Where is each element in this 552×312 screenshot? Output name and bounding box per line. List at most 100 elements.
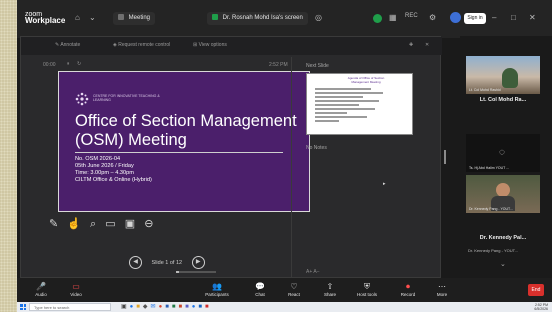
- mouse-cursor: ▸: [383, 181, 386, 187]
- close-share-icon[interactable]: ✕: [425, 42, 429, 48]
- taskbar-apps[interactable]: ▣●■◆✉●■■■■●■■: [121, 303, 212, 311]
- presenter-timer-bar: 00:00 ⏸ ↻ 2:52 PM: [21, 57, 442, 71]
- participant-subname-3: Dr. Kennedy Pang - YOUT...: [468, 248, 518, 253]
- share-icon: ⇧: [326, 282, 334, 291]
- shared-screen[interactable]: ✎ Annotate ◈ Request remote control ⊞ Vi…: [20, 36, 442, 279]
- screen-share-icon: [212, 14, 218, 20]
- taskbar-search-input[interactable]: Type here to search: [29, 303, 111, 311]
- settings-icon[interactable]: ⚙: [429, 13, 436, 22]
- video-button[interactable]: ▭ Video: [61, 281, 91, 297]
- rec-label[interactable]: REC: [405, 13, 418, 19]
- view-options-button[interactable]: ⊞ View options: [193, 42, 227, 48]
- next-slide-label: Next Slide: [306, 63, 329, 69]
- slide-title: Office of Section Management (OSM) Meeti…: [75, 112, 297, 149]
- pane-divider: [291, 57, 292, 279]
- share-toolbar: ✎ Annotate ◈ Request remote control ⊞ Vi…: [21, 37, 442, 55]
- folder-icon: ■: [136, 304, 143, 310]
- notes-zoom-icon[interactable]: A+ A−: [306, 269, 320, 275]
- zoom-logo: zoom Workplace: [25, 11, 66, 25]
- more-button[interactable]: ⋯ More: [427, 281, 457, 297]
- participant-figure: [502, 68, 518, 88]
- remote-control-button[interactable]: ◈ Request remote control: [113, 42, 170, 48]
- record-button[interactable]: ⏺ Record: [393, 281, 423, 297]
- thumbnail-content: [315, 88, 395, 124]
- host-tools-button[interactable]: ⛨ Host tools: [349, 281, 385, 297]
- chevron-down-icon[interactable]: ⌄: [89, 13, 96, 22]
- cil-logo-icon: [75, 92, 89, 106]
- mic-icon: 🎤: [36, 282, 46, 291]
- top-bar: zoom Workplace ⌂ ⌄ Meeting Dr. Rosnah Mo…: [17, 0, 552, 38]
- subtitles-icon[interactable]: ▣: [125, 218, 135, 230]
- react-icon: ♡: [290, 282, 298, 291]
- notes-label: No Notes: [306, 145, 327, 151]
- participant-panel: Lt. Col Mohd Rashid Lt. Col Mohd Ra... ◌…: [460, 36, 552, 276]
- home-icon[interactable]: ⌂: [75, 13, 80, 22]
- teams-icon: ■: [185, 304, 192, 310]
- pause-icon[interactable]: ⏸: [67, 61, 70, 67]
- slide-navigation: ◀ Slide 1 of 12 ▶: [129, 256, 205, 269]
- chat-button[interactable]: 💬 Chat: [245, 281, 275, 297]
- outlook-icon: ■: [198, 304, 205, 310]
- current-slide: CENTRE FOR INNOVATIVE TEACHING & LEARNIN…: [58, 71, 310, 212]
- reset-icon[interactable]: ↻: [77, 61, 81, 67]
- pointer-icon[interactable]: ☝: [67, 218, 81, 230]
- scroll-down-icon[interactable]: ⌄: [500, 260, 506, 268]
- meeting-controls: 🎤 Audio ▭ Video 👥 Participants 💬 Chat ♡ …: [17, 278, 552, 302]
- elapsed-timer: 00:00: [43, 62, 56, 68]
- avatar[interactable]: [450, 12, 461, 23]
- participants-icon: 👥: [212, 282, 222, 291]
- acrobat-icon: ■: [204, 304, 212, 310]
- next-slide-thumbnail[interactable]: Agenda of Office of Section Management M…: [306, 73, 413, 135]
- slide-tools: ✎ ☝ ⌕ ▭ ▣ ⊖: [49, 217, 159, 231]
- participant-video-3[interactable]: Dr. Kennedy Pang - YOUT...: [466, 175, 540, 213]
- participant-face: [496, 183, 510, 197]
- minimize-icon[interactable]: –: [492, 13, 496, 22]
- zoom-icon[interactable]: ⌕: [90, 218, 96, 230]
- screen-icon[interactable]: ▭: [105, 218, 115, 230]
- loading-icon: ◌: [499, 147, 505, 158]
- close-icon[interactable]: ✕: [529, 13, 536, 22]
- meeting-icon: [118, 14, 124, 20]
- windows-taskbar: Type here to search ▣●■◆✉●■■■■●■■ 2:52 P…: [17, 302, 552, 312]
- tab-meeting[interactable]: Meeting: [113, 12, 156, 25]
- participants-button[interactable]: 👥 Participants: [199, 281, 235, 297]
- thumbnail-title: Agenda of Office of Section Management M…: [347, 76, 385, 84]
- next-slide-button[interactable]: ▶: [191, 256, 205, 269]
- security-shield-icon[interactable]: [373, 14, 382, 23]
- chat-icon: 💬: [255, 282, 265, 291]
- share-button[interactable]: ⇧ Share: [315, 281, 345, 297]
- tab-viewing-screen[interactable]: Dr. Rosnah Mohd Isa's screen: [207, 12, 308, 25]
- clock-time: 2:52 PM: [269, 62, 288, 68]
- pin-icon[interactable]: ✚: [409, 42, 413, 48]
- participant-video-2[interactable]: ◌ Ts. Hj Abd Halim YOUT ...: [466, 134, 540, 172]
- more-icon: ⋯: [438, 282, 446, 291]
- mail-icon: ✉: [150, 304, 159, 310]
- prev-slide-button[interactable]: ◀: [129, 256, 142, 269]
- end-meeting-button[interactable]: End: [528, 284, 544, 296]
- sign-in-button[interactable]: Sign in: [464, 13, 486, 24]
- video-icon: ▭: [72, 282, 80, 291]
- system-tray-clock[interactable]: 2:52 PM 6/5/2026: [534, 303, 548, 311]
- participant-video-1[interactable]: Lt. Col Mohd Rashid: [466, 56, 540, 94]
- participant-name-3: Dr. Kennedy Pal...: [479, 235, 527, 241]
- record-icon: ⏺: [406, 282, 410, 291]
- zoom-window: zoom Workplace ⌂ ⌄ Meeting Dr. Rosnah Mo…: [17, 0, 552, 306]
- store-icon: ◆: [142, 304, 151, 310]
- slide-progress: [176, 271, 216, 273]
- grid-icon[interactable]: ▦: [389, 13, 397, 22]
- host-tools-icon: ⛨: [364, 282, 370, 291]
- participant-name-1: Lt. Col Mohd Ra...: [479, 97, 527, 103]
- react-button[interactable]: ♡ React: [279, 281, 309, 297]
- view-options-icon[interactable]: ◎: [315, 13, 322, 22]
- resize-handle[interactable]: [444, 150, 446, 164]
- maximize-icon[interactable]: □: [511, 13, 516, 22]
- audio-button[interactable]: 🎤 Audio: [26, 281, 56, 297]
- slide-counter: Slide 1 of 12: [151, 259, 183, 266]
- slide-info: No. OSM 2026-04 05th June 2026 / Friday …: [75, 156, 152, 183]
- task-view-icon: ▣: [121, 304, 130, 310]
- more-options-icon[interactable]: ⊖: [144, 218, 153, 230]
- annotate-button[interactable]: ✎ Annotate: [55, 42, 80, 48]
- windows-start-icon[interactable]: [20, 304, 26, 310]
- logo-text: CENTRE FOR INNOVATIVE TEACHING & LEARNIN…: [93, 94, 160, 102]
- pen-icon[interactable]: ✎: [49, 218, 58, 230]
